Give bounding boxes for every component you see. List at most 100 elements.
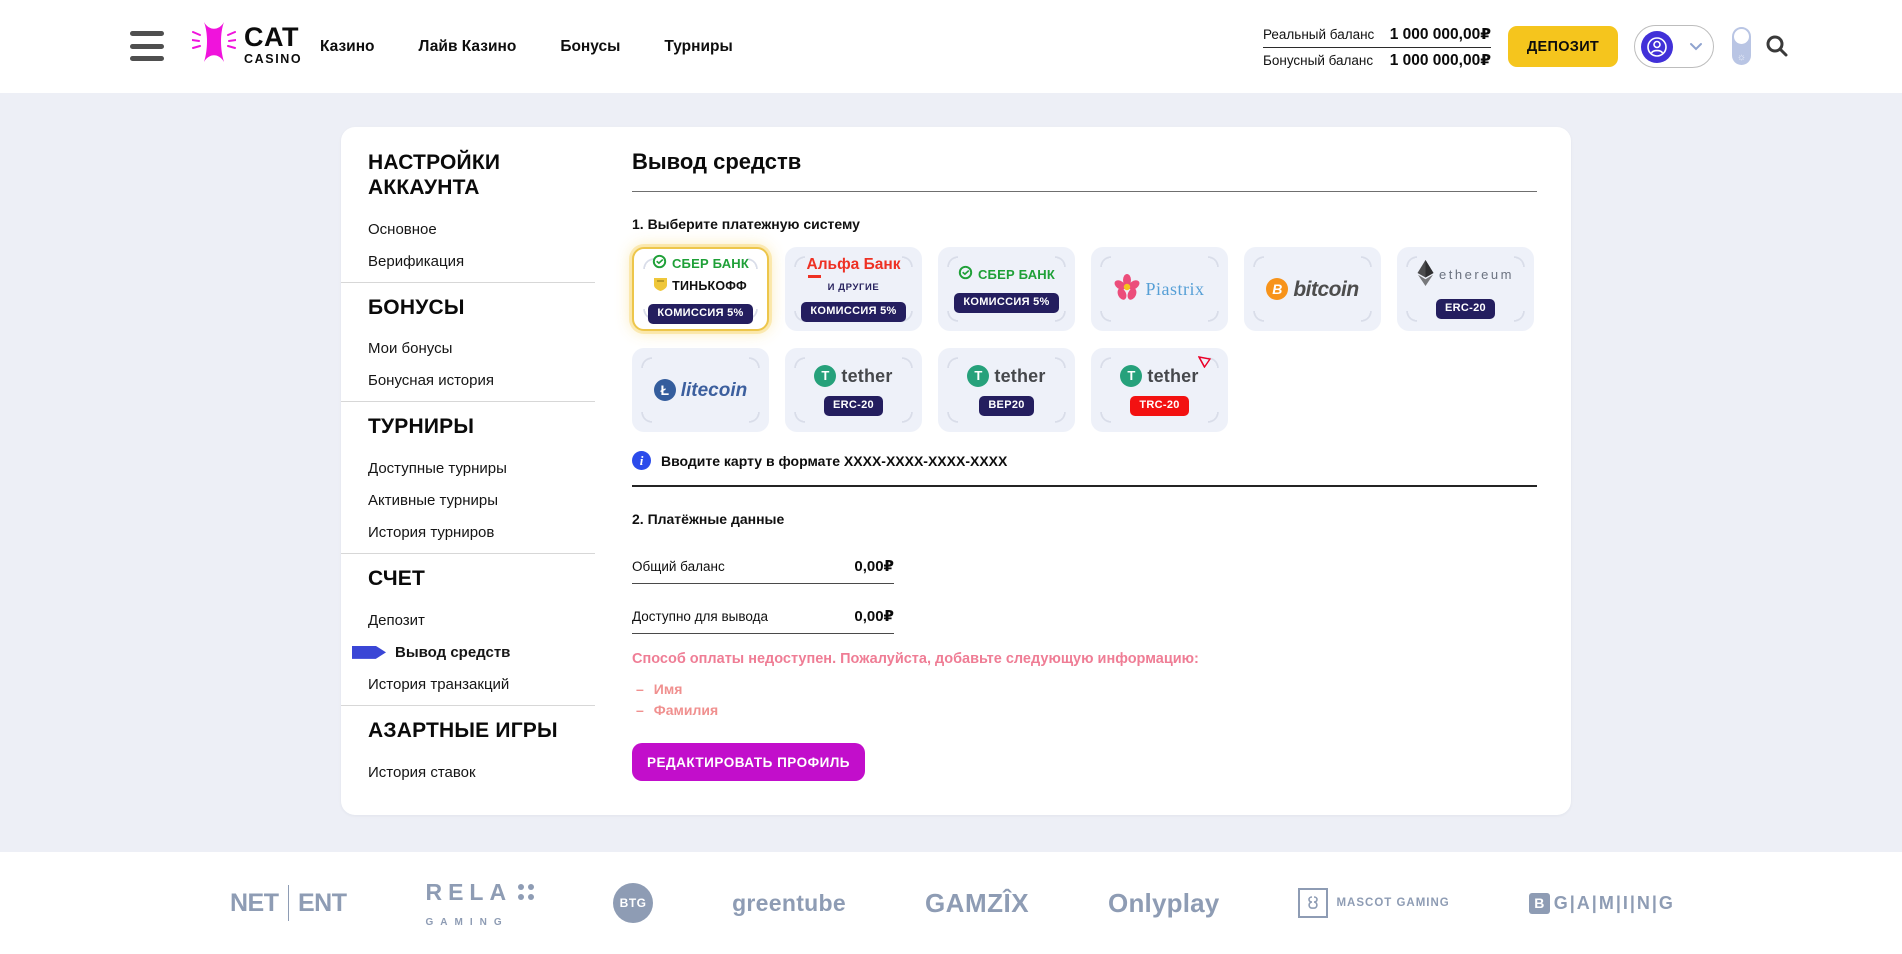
account-panel: НАСТРОЙКИ АККАУНТА Основное Верификация … bbox=[341, 127, 1571, 815]
network-badge: ERC-20 bbox=[1436, 299, 1495, 319]
chevron-down-icon bbox=[1689, 38, 1703, 56]
piastrix-flower-icon bbox=[1114, 273, 1140, 305]
account-menu[interactable] bbox=[1634, 25, 1714, 68]
sidebar-item-available-tournaments[interactable]: Доступные турниры bbox=[368, 453, 595, 485]
section-account: СЧЕТ Депозит Вывод средств История транз… bbox=[341, 567, 595, 706]
provider-logo-btg: BTG bbox=[613, 883, 653, 923]
network-badge: BEP20 bbox=[979, 396, 1033, 416]
payment-card-tether-bep20[interactable]: T tether BEP20 bbox=[938, 348, 1075, 432]
payment-card-sber-tinkoff-selected[interactable]: СБЕР БАНК ТИНЬКОФФ КОМИССИЯ 5% bbox=[632, 247, 769, 331]
step1-label: 1. Выберите платежную систему bbox=[632, 216, 1537, 232]
nav-live-casino[interactable]: Лайв Казино bbox=[419, 38, 517, 56]
nav-casino[interactable]: Казино bbox=[320, 38, 375, 56]
available-balance-value: 0,00₽ bbox=[854, 607, 894, 625]
bonus-balance-row: Бонусный баланс 1 000 000,00₽ bbox=[1263, 48, 1491, 73]
missing-field-first-name: Имя bbox=[632, 679, 1537, 700]
tinkoff-logo-icon bbox=[654, 277, 667, 295]
sidebar-item-bonus-history[interactable]: Бонусная история bbox=[368, 365, 595, 397]
payment-card-bitcoin[interactable]: B bitcoin bbox=[1244, 247, 1381, 331]
card-format-note: i Вводите карту в формате XXXX-XXXX-XXXX… bbox=[632, 451, 1537, 470]
sidebar-item-transaction-history[interactable]: История транзакций bbox=[368, 669, 595, 701]
relax-dots-icon bbox=[518, 884, 534, 900]
theme-toggle[interactable]: ☼ bbox=[1732, 27, 1751, 65]
logo-subtitle: CASINO bbox=[244, 53, 302, 66]
provider-logo-bgaming: B G|A|M|I|N|G bbox=[1529, 893, 1675, 914]
avatar bbox=[1641, 31, 1673, 63]
balance-block: Реальный баланс 1 000 000,00₽ Бонусный б… bbox=[1263, 22, 1491, 73]
payment-unavailable-warning: Способ оплаты недоступен. Пожалуйста, до… bbox=[632, 651, 1537, 667]
page-title: Вывод средств bbox=[632, 149, 1537, 175]
provider-logo-relax-gaming: RELA GAMING bbox=[425, 879, 534, 928]
provider-logo-onlyplay: Onlyplay bbox=[1108, 888, 1219, 919]
real-balance-value: 1 000 000,00₽ bbox=[1390, 25, 1491, 44]
commission-badge: КОМИССИЯ 5% bbox=[954, 293, 1058, 313]
provider-logo-mascot-gaming: MASCOT GAMING bbox=[1298, 888, 1449, 918]
providers-row: NETENT RELA GAMING BTG greentube GAMZÎX … bbox=[230, 852, 1675, 954]
tether-icon: T bbox=[1120, 365, 1142, 387]
info-icon: i bbox=[632, 451, 651, 470]
sidebar-item-active-tournaments[interactable]: Активные турниры bbox=[368, 485, 595, 517]
tron-icon bbox=[1198, 356, 1211, 372]
bonus-balance-label: Бонусный баланс bbox=[1263, 53, 1373, 68]
section-account-settings: НАСТРОЙКИ АККАУНТА Основное Верификация bbox=[341, 151, 595, 283]
section-gambling: АЗАРТНЫЕ ИГРЫ История ставок bbox=[341, 719, 595, 793]
section-title: НАСТРОЙКИ АККАУНТА bbox=[368, 151, 568, 201]
payment-card-ethereum[interactable]: ethereum ERC-20 bbox=[1397, 247, 1534, 331]
sun-icon: ☼ bbox=[1732, 53, 1751, 63]
real-balance-row: Реальный баланс 1 000 000,00₽ bbox=[1263, 22, 1491, 47]
commission-badge: КОМИССИЯ 5% bbox=[801, 302, 905, 322]
account-sidebar: НАСТРОЙКИ АККАУНТА Основное Верификация … bbox=[341, 151, 595, 806]
payment-card-piastrix[interactable]: Piastrix bbox=[1091, 247, 1228, 331]
provider-logo-greentube: greentube bbox=[732, 890, 846, 917]
sidebar-item-my-bonuses[interactable]: Мои бонусы bbox=[368, 333, 595, 365]
tether-icon: T bbox=[814, 365, 836, 387]
section-title: ТУРНИРЫ bbox=[368, 415, 568, 440]
sber-logo-icon bbox=[652, 254, 667, 273]
step2-label: 2. Платёжные данные bbox=[632, 511, 1537, 527]
payment-card-tether-erc20[interactable]: T tether ERC-20 bbox=[785, 348, 922, 432]
payment-card-alfabank[interactable]: Альфа Банк И ДРУГИЕ КОМИССИЯ 5% bbox=[785, 247, 922, 331]
section-bonuses: БОНУСЫ Мои бонусы Бонусная история bbox=[341, 296, 595, 403]
litecoin-icon: Ł bbox=[654, 379, 676, 401]
total-balance-value: 0,00₽ bbox=[854, 557, 894, 575]
sidebar-item-verification[interactable]: Верификация bbox=[368, 246, 595, 278]
bonus-balance-value: 1 000 000,00₽ bbox=[1390, 51, 1491, 70]
real-balance-label: Реальный баланс bbox=[1263, 27, 1374, 42]
toggle-knob bbox=[1734, 29, 1749, 44]
payment-methods-grid: СБЕР БАНК ТИНЬКОФФ КОМИССИЯ 5% Альфа Бан… bbox=[632, 247, 1537, 432]
deposit-button[interactable]: ДЕПОЗИТ bbox=[1508, 26, 1618, 67]
search-icon[interactable] bbox=[1764, 33, 1790, 59]
tether-icon: T bbox=[967, 365, 989, 387]
payment-card-tether-trc20[interactable]: T tether TRC-20 bbox=[1091, 348, 1228, 432]
top-header: CAT CASINO Казино Лайв Казино Бонусы Тур… bbox=[0, 0, 1902, 93]
sidebar-item-tournament-history[interactable]: История турниров bbox=[368, 517, 595, 549]
commission-badge: КОМИССИЯ 5% bbox=[648, 304, 752, 324]
active-item-arrow-icon bbox=[352, 646, 386, 659]
withdrawal-main: Вывод средств 1. Выберите платежную сист… bbox=[632, 149, 1537, 781]
sidebar-item-deposit[interactable]: Депозит bbox=[368, 605, 595, 637]
sidebar-item-withdrawal-active[interactable]: Вывод средств bbox=[368, 637, 595, 669]
nav-bonuses[interactable]: Бонусы bbox=[560, 38, 620, 56]
sidebar-item-bet-history[interactable]: История ставок bbox=[368, 757, 595, 789]
bitcoin-icon: B bbox=[1266, 278, 1288, 300]
title-divider bbox=[632, 191, 1537, 192]
section-tournaments: ТУРНИРЫ Доступные турниры Активные турни… bbox=[341, 415, 595, 554]
logo-title: CAT bbox=[244, 24, 302, 51]
sidebar-item-main[interactable]: Основное bbox=[368, 214, 595, 246]
total-balance-row: Общий баланс 0,00₽ bbox=[632, 551, 894, 584]
network-badge: ERC-20 bbox=[824, 396, 883, 416]
main-nav: Казино Лайв Казино Бонусы Турниры bbox=[320, 0, 733, 93]
total-balance-label: Общий баланс bbox=[632, 559, 725, 574]
edit-profile-button[interactable]: РЕДАКТИРОВАТЬ ПРОФИЛЬ bbox=[632, 743, 865, 781]
missing-field-last-name: Фамилия bbox=[632, 700, 1537, 721]
cat-casino-withdrawal-page: CAT CASINO Казино Лайв Казино Бонусы Тур… bbox=[0, 0, 1902, 954]
provider-logo-gamzix: GAMZÎX bbox=[925, 888, 1029, 919]
payment-card-sberbank[interactable]: СБЕР БАНК КОМИССИЯ 5% bbox=[938, 247, 1075, 331]
balance-summary: Общий баланс 0,00₽ Доступно для вывода 0… bbox=[632, 551, 894, 634]
hamburger-menu-icon[interactable] bbox=[130, 31, 164, 61]
available-balance-label: Доступно для вывода bbox=[632, 609, 768, 624]
nav-tournaments[interactable]: Турниры bbox=[664, 38, 732, 56]
payment-card-litecoin[interactable]: Ł litecoin bbox=[632, 348, 769, 432]
section-title: БОНУСЫ bbox=[368, 296, 568, 321]
brand-logo[interactable]: CAT CASINO bbox=[192, 18, 302, 71]
